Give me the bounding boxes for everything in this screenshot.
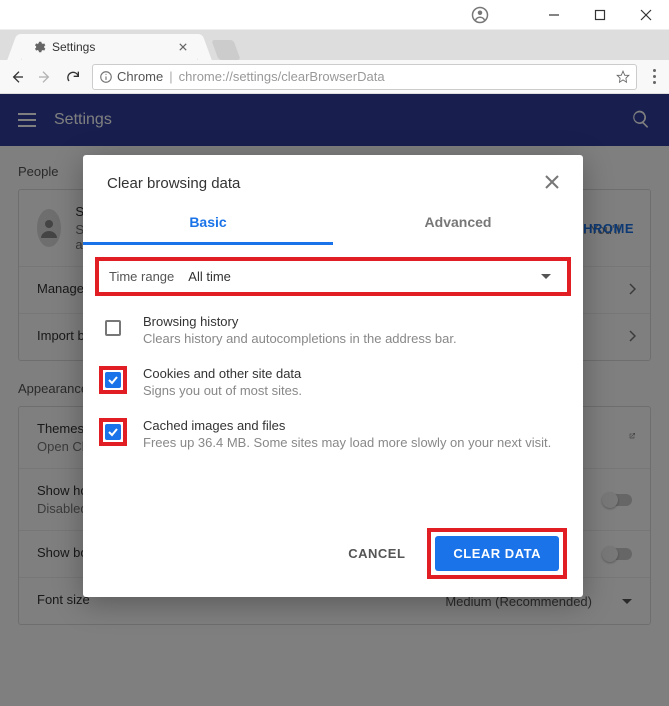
new-tab-button[interactable] (211, 40, 240, 60)
time-range-value: All time (188, 269, 527, 284)
option-checkbox[interactable] (105, 424, 121, 440)
option-checkbox[interactable] (105, 372, 121, 388)
dropdown-icon (541, 274, 551, 279)
option-checkbox[interactable] (105, 320, 121, 336)
url-field[interactable]: Chrome | chrome://settings/clearBrowserD… (92, 64, 637, 90)
time-range-select[interactable]: Time range All time (95, 257, 571, 296)
option-desc: Signs you out of most sites. (143, 383, 302, 398)
url-prefix: Chrome (117, 69, 163, 84)
forward-button (36, 68, 54, 86)
option-title: Browsing history (143, 314, 457, 329)
reload-button[interactable] (64, 68, 82, 86)
clear-data-dialog: Clear browsing data Basic Advanced Time … (83, 155, 583, 597)
clear-data-button[interactable]: CLEAR DATA (435, 536, 559, 571)
tab-strip: Settings (0, 30, 669, 60)
window-titlebar (0, 0, 669, 30)
info-icon (99, 70, 113, 84)
account-icon[interactable] (471, 6, 489, 27)
dialog-title: Clear browsing data (107, 175, 545, 192)
back-button[interactable] (8, 68, 26, 86)
options-list: Browsing history Clears history and autoc… (99, 304, 567, 460)
option-row: Browsing history Clears history and autoc… (99, 304, 567, 356)
tab-title: Settings (52, 40, 179, 54)
bookmark-star-icon[interactable] (616, 70, 630, 84)
tab-advanced[interactable]: Advanced (333, 204, 583, 245)
window-maximize-button[interactable] (577, 0, 623, 30)
browser-menu-button[interactable] (647, 68, 661, 86)
window-minimize-button[interactable] (531, 0, 577, 30)
option-title: Cached images and files (143, 418, 551, 433)
time-range-label: Time range (109, 269, 174, 284)
option-row: Cached images and files Frees up 36.4 MB.… (99, 408, 567, 460)
address-bar: Chrome | chrome://settings/clearBrowserD… (0, 60, 669, 94)
gear-icon (32, 40, 46, 54)
tab-basic[interactable]: Basic (83, 204, 333, 245)
url-text: chrome://settings/clearBrowserData (179, 69, 616, 84)
cancel-button[interactable]: CANCEL (334, 536, 419, 571)
option-title: Cookies and other site data (143, 366, 302, 381)
option-desc: Clears history and autocompletions in th… (143, 331, 457, 346)
dialog-close-button[interactable] (545, 175, 559, 192)
window-close-button[interactable] (623, 0, 669, 30)
option-row: Cookies and other site data Signs you out… (99, 356, 567, 408)
browser-tab[interactable]: Settings (22, 34, 197, 60)
option-desc: Frees up 36.4 MB. Some sites may load mo… (143, 435, 551, 450)
dialog-tabs: Basic Advanced (83, 204, 583, 245)
tab-close-icon[interactable] (179, 43, 187, 51)
